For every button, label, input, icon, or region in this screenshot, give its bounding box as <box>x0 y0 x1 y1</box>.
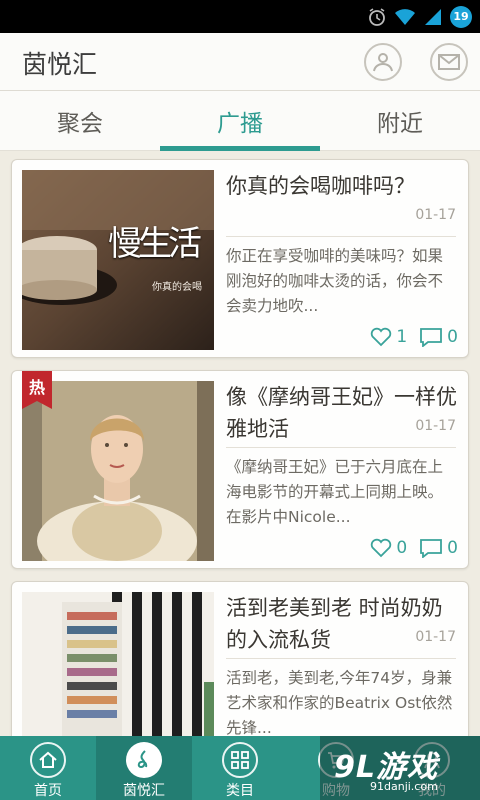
app-title: 茵悦汇 <box>22 50 98 79</box>
like-count: 0 <box>396 538 408 558</box>
card-title[interactable]: 像《摩纳哥王妃》一样优雅地活 <box>226 381 458 445</box>
like-count: 1 <box>396 327 408 347</box>
tab-nearby[interactable]: 附近 <box>320 91 480 150</box>
users-icon <box>373 53 393 72</box>
like-button[interactable]: 0 <box>370 538 407 558</box>
comment-button[interactable]: 0 <box>419 327 458 347</box>
battery-indicator: 19 <box>450 5 472 28</box>
card-divider <box>226 236 456 237</box>
music-note-icon <box>126 742 162 778</box>
nav-yinyuehui[interactable]: 茵悦汇 <box>96 736 192 800</box>
hot-badge: 热 <box>22 371 52 409</box>
card-date: 01-17 <box>415 207 456 223</box>
wifi-icon <box>394 6 416 28</box>
mail-icon <box>438 54 460 70</box>
card-divider <box>226 658 456 659</box>
nav-label: 类目 <box>226 783 254 799</box>
watermark-url: 91danji.com <box>370 780 438 793</box>
tab-broadcast[interactable]: 广播 <box>160 91 320 151</box>
heart-icon <box>371 327 392 347</box>
app-header: 茵悦汇 <box>0 33 480 91</box>
coffee-thumbnail: 慢生活 你真的会喝 <box>22 170 214 350</box>
card-date: 01-17 <box>415 418 456 434</box>
profile-button[interactable] <box>364 43 402 81</box>
card-description: 活到老，美到老,今年74岁，身兼艺术家和作家的Beatrix Ost依然先锋..… <box>226 669 453 736</box>
alarm-icon <box>366 6 388 28</box>
signal-icon <box>422 6 444 28</box>
card-stats: 1 0 <box>370 327 458 347</box>
card-stats: 0 0 <box>370 538 458 558</box>
fashion-thumbnail <box>22 592 214 736</box>
feed-card[interactable]: 活到老美到老 时尚奶奶的入流私货 01-17 活到老，美到老,今年74岁，身兼艺… <box>11 581 469 736</box>
comment-icon <box>420 539 443 558</box>
card-title[interactable]: 你真的会喝咖啡吗？ <box>226 170 458 202</box>
tab-gatherings[interactable]: 聚会 <box>0 91 160 150</box>
comment-icon <box>420 328 443 347</box>
feed-card[interactable]: 热 像《摩纳哥王妃》一样优雅地活 01-17 《摩纳哥王妃》已于六月底在上海电影… <box>11 370 469 569</box>
card-date: 01-17 <box>415 629 456 645</box>
broadcast-feed[interactable]: 慢生活 你真的会喝 你真的会喝咖啡吗？ 01-17 你正在享受咖啡的美味吗？如果… <box>0 151 480 736</box>
home-icon <box>30 742 66 778</box>
nav-home[interactable]: 首页 <box>0 736 96 800</box>
comment-count: 0 <box>447 538 458 558</box>
comment-button[interactable]: 0 <box>419 538 458 558</box>
comment-count: 0 <box>447 327 458 347</box>
card-title[interactable]: 活到老美到老 时尚奶奶的入流私货 <box>226 592 458 656</box>
like-button[interactable]: 1 <box>370 327 407 347</box>
card-divider <box>226 447 456 448</box>
nav-label: 茵悦汇 <box>123 783 165 799</box>
tab-bar: 聚会 广播 附近 <box>0 91 480 151</box>
messages-button[interactable] <box>430 43 468 81</box>
status-bar: 19 <box>0 0 480 33</box>
nav-label: 首页 <box>34 783 62 799</box>
card-description: 你正在享受咖啡的美味吗？如果刚泡好的咖啡太烫的话，你会不会卖力地吹... <box>226 247 444 315</box>
feed-card[interactable]: 慢生活 你真的会喝 你真的会喝咖啡吗？ 01-17 你正在享受咖啡的美味吗？如果… <box>11 159 469 358</box>
heart-icon <box>371 538 392 558</box>
watermark-logo: 9L游戏 91danji.com <box>320 736 480 800</box>
nav-categories[interactable]: 类目 <box>192 736 288 800</box>
grid-icon <box>222 742 258 778</box>
card-description: 《摩纳哥王妃》已于六月底在上海电影节的开幕式上同期上映。在影片中Nicole..… <box>226 458 444 526</box>
thumb-caption: 慢生活 <box>108 224 202 264</box>
bottom-nav: 首页 茵悦汇 类目 购物 我的 9L游戏 91danji.com <box>0 736 480 800</box>
thumb-subcaption: 你真的会喝 <box>152 282 202 293</box>
